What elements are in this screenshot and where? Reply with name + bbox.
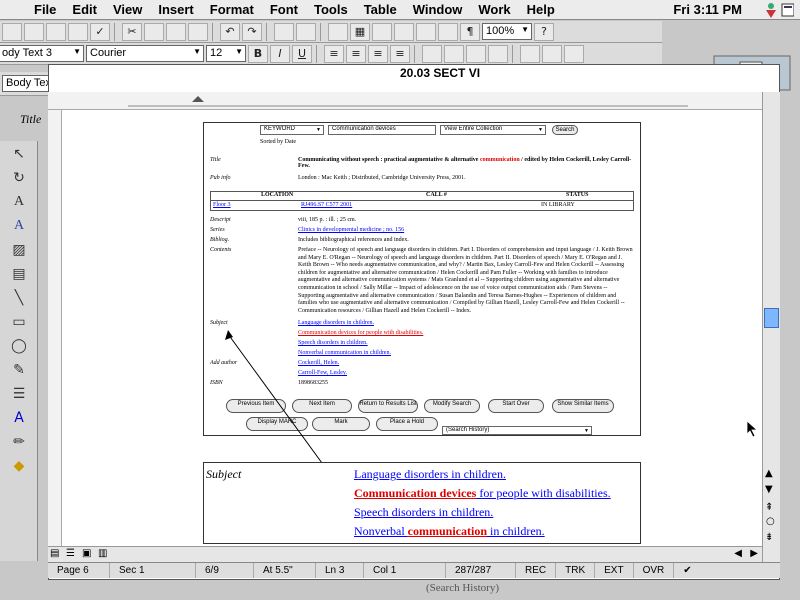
online-layout-icon[interactable]: ▥ bbox=[98, 548, 107, 559]
zoom-subject-4: Nonverbal communication in children. bbox=[354, 524, 545, 538]
scroll-down-arrow-icon[interactable]: ▼ bbox=[765, 484, 773, 495]
scroll-right-arrow-icon[interactable]: ▶ bbox=[750, 548, 758, 559]
status-page: Page 6 bbox=[48, 563, 110, 578]
status-column: Col 1 bbox=[364, 563, 446, 578]
status-word-count: 287/287 bbox=[446, 563, 516, 578]
scroll-left-arrow-icon[interactable]: ◀ bbox=[734, 548, 742, 559]
status-bar: Page 6 Sec 1 6/9 At 5.5" Ln 3 Col 1 287/… bbox=[48, 562, 780, 578]
zoom-subject-2: Communication devices for people with di… bbox=[354, 486, 611, 500]
status-trk[interactable]: TRK bbox=[556, 563, 596, 578]
status-page-count: 6/9 bbox=[196, 563, 254, 578]
page-layout-icon[interactable]: ▣ bbox=[82, 548, 91, 559]
vertical-scroll-thumb[interactable] bbox=[764, 308, 779, 328]
scroll-up-arrow-icon[interactable]: ▲ bbox=[765, 468, 773, 479]
spelling-status-icon[interactable]: ✔ bbox=[674, 563, 700, 578]
status-section: Sec 1 bbox=[110, 563, 196, 578]
previous-page-icon[interactable]: ⇞ bbox=[765, 502, 773, 513]
subject-zoom-box: Subject Language disorders in children. … bbox=[203, 462, 641, 544]
background-search-history: (Search History) bbox=[426, 582, 500, 594]
status-position: At 5.5" bbox=[254, 563, 316, 578]
browse-object-icon[interactable]: ○ bbox=[766, 516, 775, 527]
zoom-subject-3: Speech disorders in children. bbox=[354, 505, 494, 519]
status-rec[interactable]: REC bbox=[516, 563, 557, 578]
next-page-icon[interactable]: ⇟ bbox=[765, 532, 773, 543]
zoom-subject-label: Subject bbox=[206, 467, 242, 481]
mouse-pointer-icon bbox=[746, 420, 758, 438]
status-ovr[interactable]: OVR bbox=[634, 563, 675, 578]
status-ext[interactable]: EXT bbox=[595, 563, 634, 578]
normal-view-icon[interactable]: ▤ bbox=[50, 548, 59, 559]
vertical-scrollbar[interactable]: ▲ ▼ ⇞ ○ ⇟ bbox=[762, 92, 780, 562]
status-line: Ln 3 bbox=[316, 563, 364, 578]
zoom-subject-1: Language disorders in children. bbox=[354, 467, 506, 481]
outline-view-icon[interactable]: ☰ bbox=[66, 548, 75, 559]
horizontal-scrollbar[interactable]: ▤ ☰ ▣ ▥ ◀ ▶ bbox=[48, 546, 762, 562]
